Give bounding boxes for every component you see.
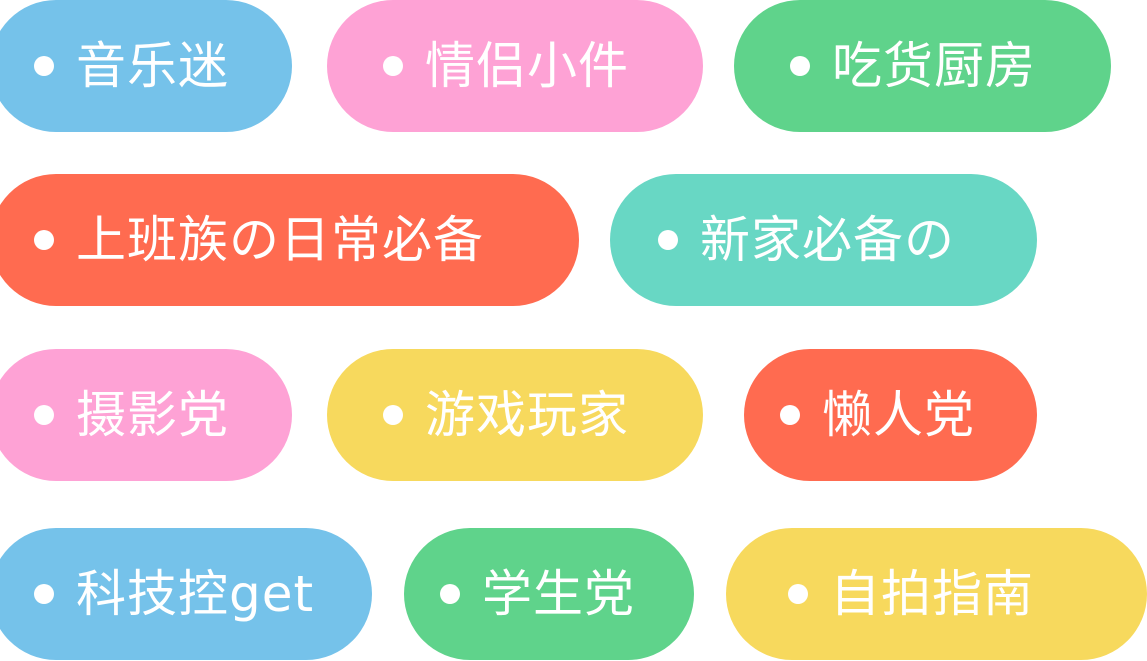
bullet-dot-icon xyxy=(790,56,810,76)
bullet-dot-icon xyxy=(34,56,54,76)
bullet-dot-icon xyxy=(658,230,678,250)
bullet-dot-icon xyxy=(34,405,54,425)
tag-couple-items[interactable]: 情侣小件 xyxy=(327,0,703,132)
tag-office-worker-essentials[interactable]: 上班族の日常必备 xyxy=(0,174,579,306)
bullet-dot-icon xyxy=(34,230,54,250)
tag-label: 情侣小件 xyxy=(425,37,629,95)
tag-label: 科技控get xyxy=(76,565,315,623)
tag-label: 摄影党 xyxy=(76,386,229,444)
tag-gamers[interactable]: 游戏玩家 xyxy=(327,349,703,481)
tag-students[interactable]: 学生党 xyxy=(404,528,694,660)
tag-photography[interactable]: 摄影党 xyxy=(0,349,292,481)
tag-lazy-people[interactable]: 懒人党 xyxy=(744,349,1037,481)
tag-label: 懒人党 xyxy=(822,386,975,444)
tag-label: 新家必备の xyxy=(700,211,955,269)
tag-label: 学生党 xyxy=(482,565,635,623)
bullet-dot-icon xyxy=(440,584,460,604)
bullet-dot-icon xyxy=(383,56,403,76)
tag-label: 自拍指南 xyxy=(830,565,1034,623)
bullet-dot-icon xyxy=(780,405,800,425)
tag-selfie-guide[interactable]: 自拍指南 xyxy=(726,528,1147,660)
bullet-dot-icon xyxy=(383,405,403,425)
tag-label: 上班族の日常必备 xyxy=(76,211,484,269)
bullet-dot-icon xyxy=(788,584,808,604)
tag-music-fan[interactable]: 音乐迷 xyxy=(0,0,292,132)
tag-label: 音乐迷 xyxy=(76,37,229,95)
tag-label: 游戏玩家 xyxy=(425,386,629,444)
tag-new-home-essentials[interactable]: 新家必备の xyxy=(610,174,1037,306)
tag-foodie-kitchen[interactable]: 吃货厨房 xyxy=(734,0,1111,132)
tag-tech-geek[interactable]: 科技控get xyxy=(0,528,372,660)
bullet-dot-icon xyxy=(34,584,54,604)
tag-label: 吃货厨房 xyxy=(832,37,1036,95)
